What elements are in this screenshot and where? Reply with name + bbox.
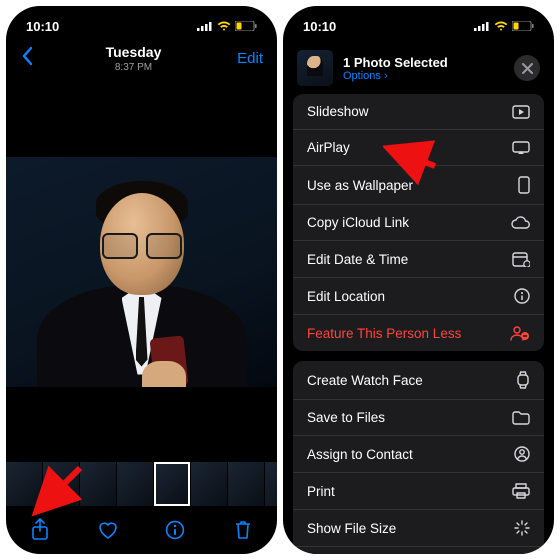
airplay-icon [512,141,530,155]
header-title: 1 Photo Selected [343,55,504,70]
bottom-toolbar [6,506,277,554]
action-create-watch-face[interactable]: Create Watch Face [293,361,544,400]
action-print[interactable]: Print [293,473,544,510]
thumbnail[interactable] [6,462,42,506]
thumbnail[interactable] [191,462,227,506]
info-button[interactable] [160,515,190,545]
action-group-2: Create Watch Face Save to Files Assign to … [293,361,544,554]
battery-icon [235,21,257,31]
photo-image [6,157,277,387]
thumbnail-strip[interactable] [6,462,277,506]
clock: 10:10 [26,19,59,34]
action-label: Save to Files [307,410,385,425]
edit-button[interactable]: Edit [227,50,263,67]
action-show-file-size[interactable]: Show File Size [293,510,544,547]
action-label: Print [307,484,335,499]
action-edit-location[interactable]: Edit Location [293,278,544,315]
share-sheet-header: 1 Photo Selected Options › [283,40,554,94]
thumbnail-selected[interactable] [154,462,190,506]
folder-icon [512,411,530,425]
back-button[interactable] [20,45,40,73]
thumbnail[interactable] [117,462,153,506]
thumbnail[interactable] [43,462,79,506]
wifi-icon [494,21,508,31]
close-button[interactable] [514,55,540,81]
action-label: Feature This Person Less [307,326,461,341]
share-button[interactable] [25,515,55,545]
action-label: Assign to Contact [307,447,413,462]
thumbnail[interactable] [265,462,277,506]
photo-time: 8:37 PM [40,62,227,73]
action-group-1: Slideshow AirPlay Use as Wallpaper Copy iCl… [293,94,544,351]
favorite-button[interactable] [93,515,123,545]
battery-icon [512,21,534,31]
action-label: Use as Wallpaper [307,178,413,193]
phone-icon [518,176,530,194]
action-airplay[interactable]: AirPlay [293,130,544,166]
photo-header: Tuesday 8:37 PM Edit [6,40,277,81]
status-bar: 10:10 [6,6,277,40]
action-copy-icloud-link[interactable]: Copy iCloud Link [293,205,544,241]
share-sheet-body[interactable]: Slideshow AirPlay Use as Wallpaper Copy iCl… [283,94,554,554]
thumbnail[interactable] [80,462,116,506]
phone-left: 10:10 Tuesday 8:37 PM Edit [6,6,277,554]
action-label: Show File Size [307,521,396,536]
wifi-icon [217,21,231,31]
action-edit-date-time[interactable]: Edit Date & Time [293,241,544,278]
header-thumbnail[interactable] [297,50,333,86]
action-slideshow[interactable]: Slideshow [293,94,544,130]
action-label: Edit Location [307,289,385,304]
person-minus-icon [510,325,530,341]
action-label: Slideshow [307,104,369,119]
close-icon [522,63,533,74]
clock: 10:10 [303,19,336,34]
status-icons [474,21,534,31]
action-save-to-files[interactable]: Save to Files [293,400,544,436]
contact-icon [514,446,530,462]
status-icons [197,21,257,31]
action-smd-3-5-8[interactable]: SMD 3.5.8 [293,547,544,554]
calendar-icon [512,251,530,267]
signal-icon [197,21,213,31]
cloud-icon [510,216,530,230]
action-assign-to-contact[interactable]: Assign to Contact [293,436,544,473]
action-label: AirPlay [307,140,350,155]
signal-icon [474,21,490,31]
sparkle-icon [514,520,530,536]
info-icon [514,288,530,304]
phone-right: 10:10 1 Photo Selected Options › Slidesh… [283,6,554,554]
action-label: Edit Date & Time [307,252,408,267]
action-use-as-wallpaper[interactable]: Use as Wallpaper [293,166,544,205]
status-bar: 10:10 [283,6,554,40]
play-box-icon [512,105,530,119]
photo-day: Tuesday [40,44,227,60]
photo-date: Tuesday 8:37 PM [40,44,227,73]
printer-icon [512,483,530,499]
photo-viewer[interactable] [6,81,277,462]
options-link[interactable]: Options › [343,70,504,82]
action-feature-this-person-less[interactable]: Feature This Person Less [293,315,544,351]
action-label: Create Watch Face [307,373,423,388]
action-label: Copy iCloud Link [307,215,409,230]
trash-button[interactable] [228,515,258,545]
thumbnail[interactable] [228,462,264,506]
watch-icon [516,371,530,389]
